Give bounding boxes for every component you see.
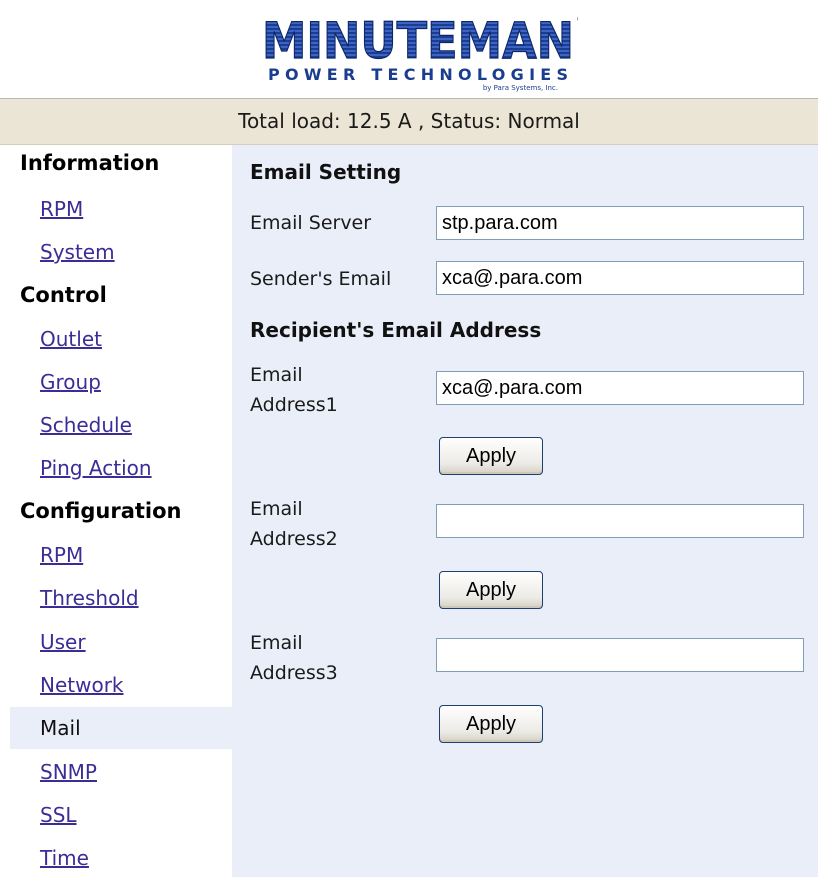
email-address2-input[interactable] bbox=[436, 504, 804, 538]
sender-email-label: Sender's Email bbox=[250, 268, 392, 290]
recipient-heading: Recipient's Email Address bbox=[250, 318, 542, 342]
address2-label-line1: Email bbox=[250, 498, 303, 520]
sidebar-item-system[interactable]: System bbox=[40, 240, 115, 264]
sidebar-item-mail[interactable]: Mail bbox=[10, 707, 232, 749]
apply-address3-button[interactable]: Apply bbox=[439, 705, 543, 743]
address2-label-line2: Address2 bbox=[250, 528, 338, 550]
address3-label-line1: Email bbox=[250, 632, 303, 654]
apply-address2-button[interactable]: Apply bbox=[439, 571, 543, 609]
sidebar-item-group[interactable]: Group bbox=[40, 370, 101, 394]
sidebar-item-schedule[interactable]: Schedule bbox=[40, 413, 132, 437]
email-address3-input[interactable] bbox=[436, 638, 804, 672]
address1-label-line1: Email bbox=[250, 364, 303, 386]
status-bar: Total load: 12.5 A , Status: Normal bbox=[0, 99, 818, 145]
status-text: Total load: 12.5 A , Status: Normal bbox=[238, 109, 580, 133]
logo-main-text: MINUTEMAN bbox=[262, 12, 574, 70]
sidebar-heading-information: Information bbox=[20, 151, 160, 175]
sidebar-item-information-rpm[interactable]: RPM bbox=[40, 197, 83, 221]
email-server-label: Email Server bbox=[250, 212, 372, 234]
email-server-input[interactable] bbox=[436, 206, 804, 240]
sidebar-item-ssl[interactable]: SSL bbox=[40, 803, 77, 827]
sidebar-heading-control: Control bbox=[20, 283, 107, 307]
sidebar-item-time[interactable]: Time bbox=[40, 846, 89, 870]
sidebar-item-config-rpm[interactable]: RPM bbox=[40, 543, 83, 567]
sidebar-heading-configuration: Configuration bbox=[20, 499, 182, 523]
sidebar-item-ping-action[interactable]: Ping Action bbox=[40, 456, 152, 480]
sender-email-input[interactable] bbox=[436, 261, 804, 295]
sidebar-nav: Information RPM System Control Outlet Gr… bbox=[0, 145, 232, 877]
address3-label-line2: Address3 bbox=[250, 662, 338, 684]
sidebar-item-snmp[interactable]: SNMP bbox=[40, 760, 97, 784]
mail-settings-panel: Email Setting Email Server Sender's Emai… bbox=[232, 145, 818, 877]
sidebar-item-network[interactable]: Network bbox=[40, 673, 124, 697]
address1-label-line2: Address1 bbox=[250, 394, 338, 416]
minuteman-logo: MINUTEMAN ® POWER TECHNOLOGIES by Para S… bbox=[261, 11, 578, 92]
sidebar-item-mail-label: Mail bbox=[40, 716, 81, 740]
registered-mark: ® bbox=[576, 15, 578, 25]
sidebar-item-user[interactable]: User bbox=[40, 630, 86, 654]
apply-address1-button[interactable]: Apply bbox=[439, 437, 543, 475]
header: MINUTEMAN ® POWER TECHNOLOGIES by Para S… bbox=[0, 0, 818, 99]
logo-tagline-text: by Para Systems, Inc. bbox=[483, 84, 558, 92]
sidebar-item-outlet[interactable]: Outlet bbox=[40, 327, 102, 351]
email-setting-heading: Email Setting bbox=[250, 160, 402, 184]
sidebar-item-threshold[interactable]: Threshold bbox=[40, 586, 139, 610]
email-address1-input[interactable] bbox=[436, 371, 804, 405]
